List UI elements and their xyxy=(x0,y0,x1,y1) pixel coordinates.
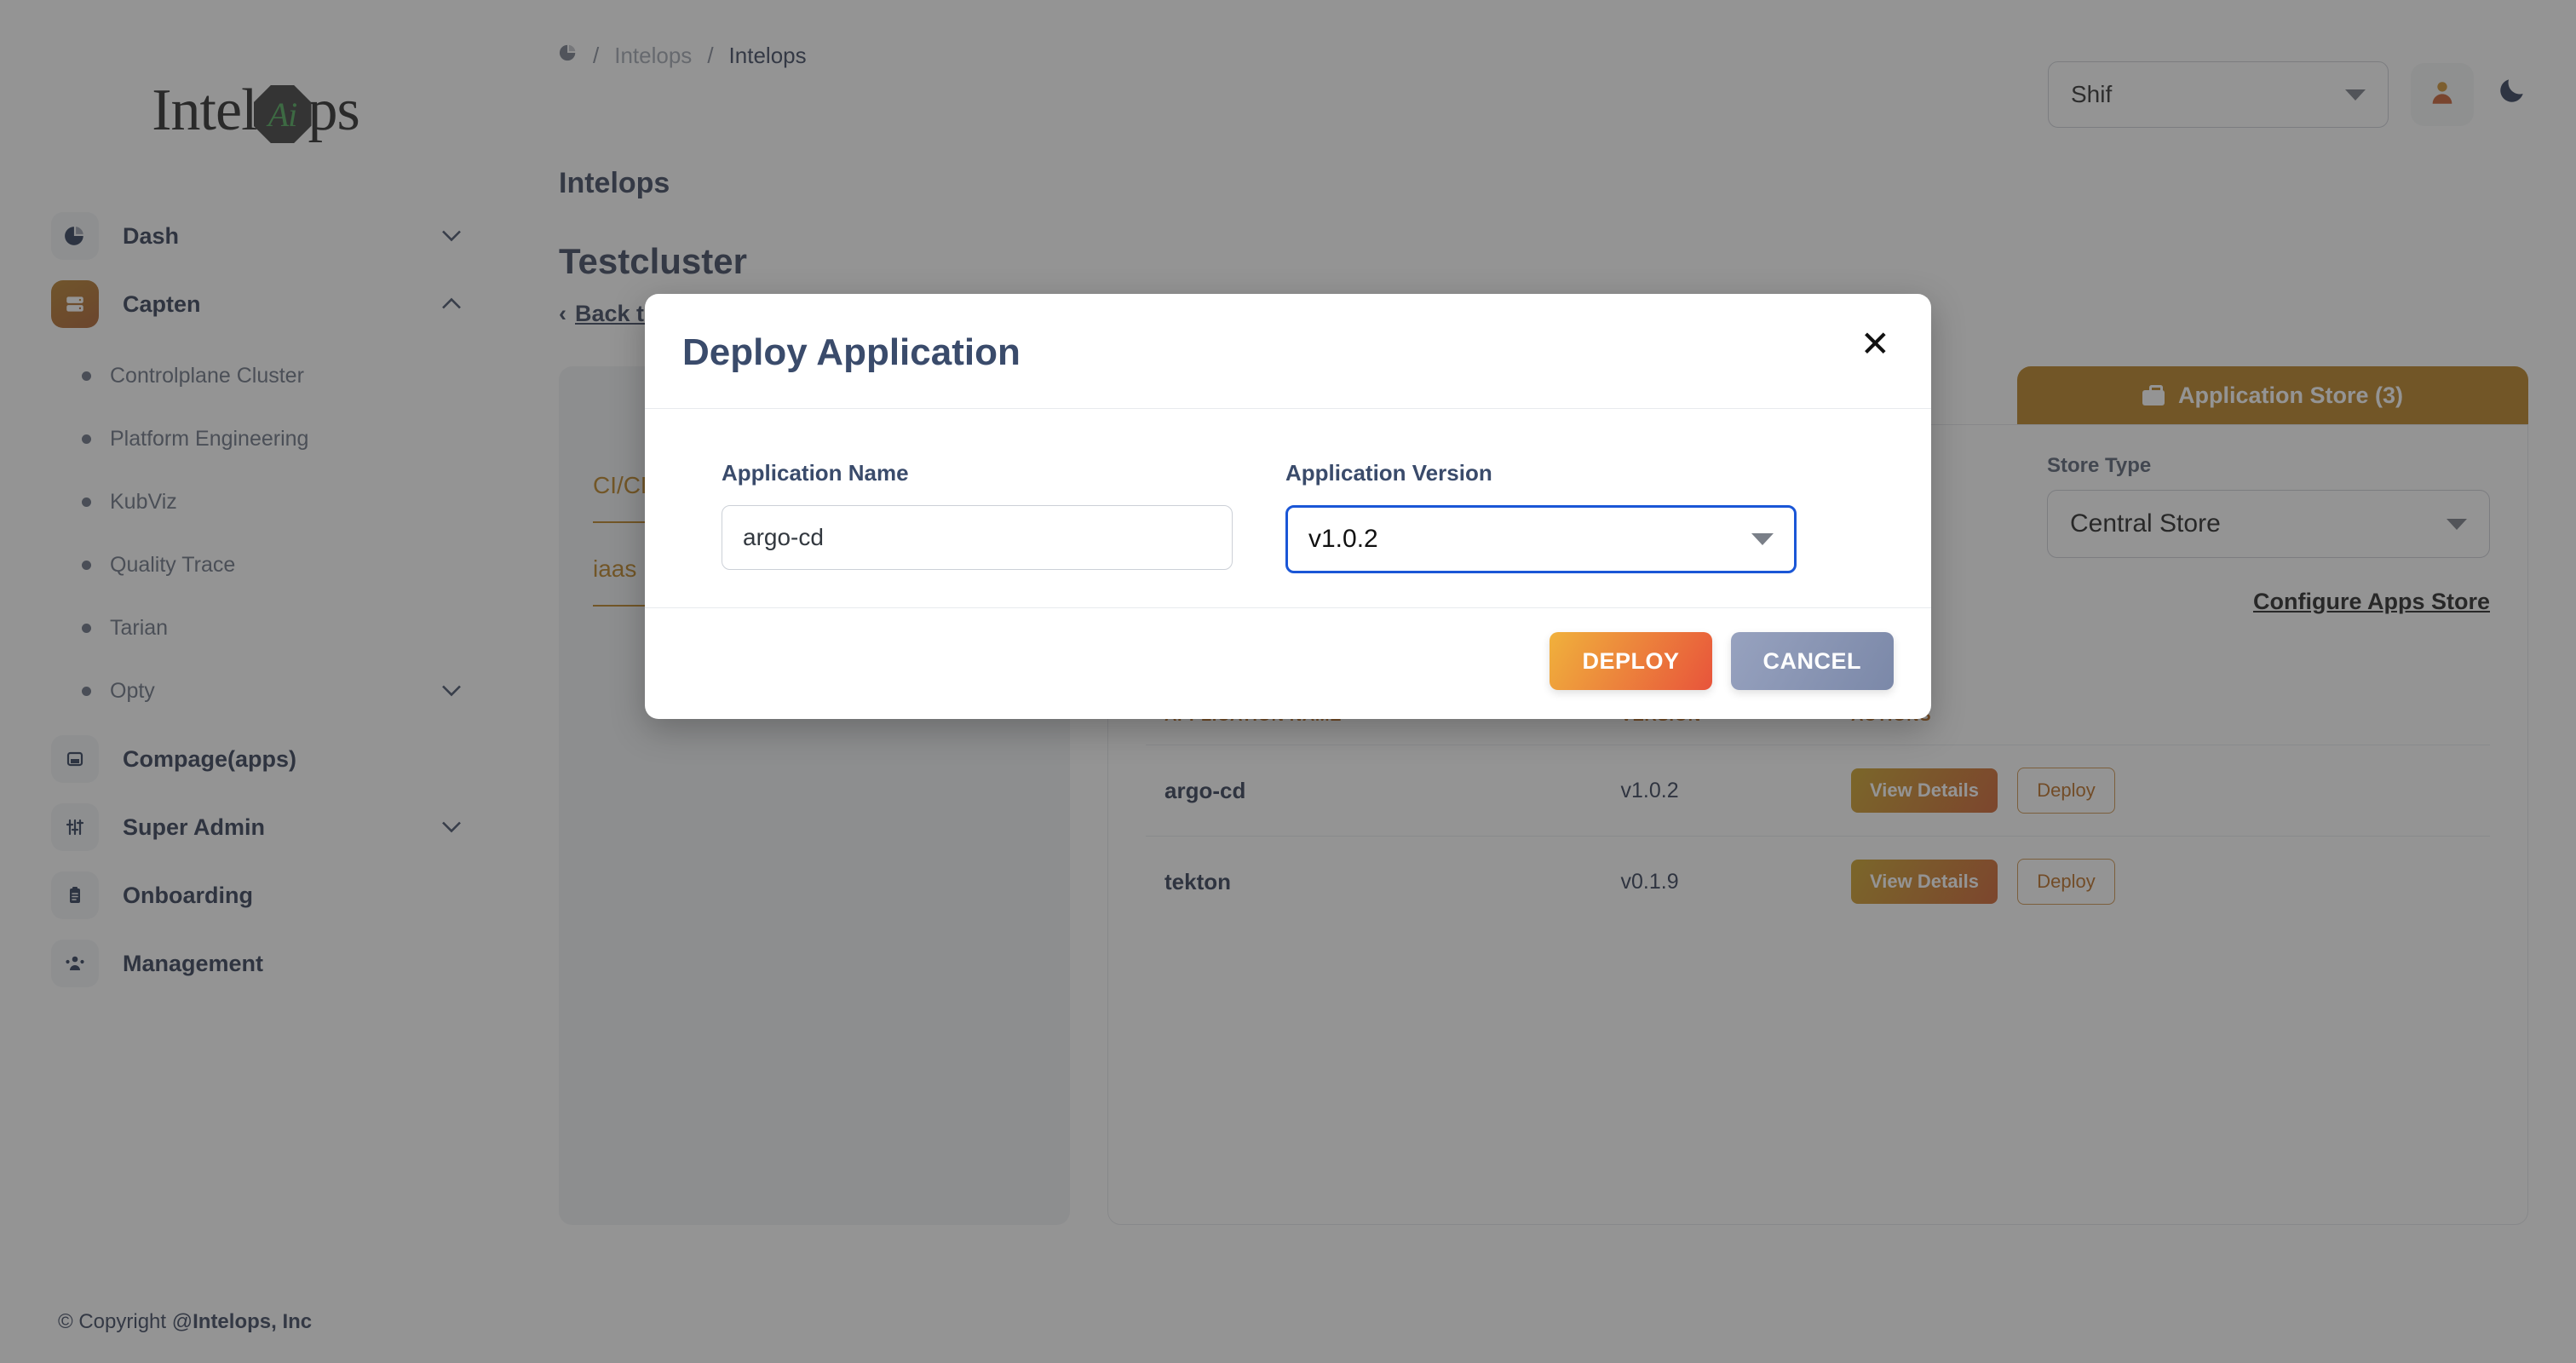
application-version-select[interactable]: v1.0.2 xyxy=(1285,505,1797,573)
deploy-submit-button[interactable]: DEPLOY xyxy=(1550,632,1712,690)
chevron-down-icon xyxy=(1751,533,1774,545)
application-name-input[interactable]: argo-cd xyxy=(722,505,1233,570)
field-application-name: Application Name argo-cd xyxy=(722,460,1233,573)
modal-body: Application Name argo-cd Application Ver… xyxy=(645,408,1931,607)
application-name-label: Application Name xyxy=(722,460,909,486)
field-application-version: Application Version v1.0.2 xyxy=(1285,460,1797,573)
form-fields: Application Name argo-cd Application Ver… xyxy=(722,460,1894,573)
close-icon[interactable]: ✕ xyxy=(1860,325,1894,362)
modal-title: Deploy Application xyxy=(682,331,1021,373)
deploy-application-modal: Deploy Application ✕ Application Name ar… xyxy=(645,294,1931,719)
application-version-value: v1.0.2 xyxy=(1308,525,1378,553)
cancel-button[interactable]: CANCEL xyxy=(1730,632,1894,690)
application-name-value: argo-cd xyxy=(743,524,824,550)
modal-footer: DEPLOY CANCEL xyxy=(645,607,1931,719)
modal-header: Deploy Application ✕ xyxy=(645,294,1931,408)
application-version-label: Application Version xyxy=(1285,460,1492,486)
